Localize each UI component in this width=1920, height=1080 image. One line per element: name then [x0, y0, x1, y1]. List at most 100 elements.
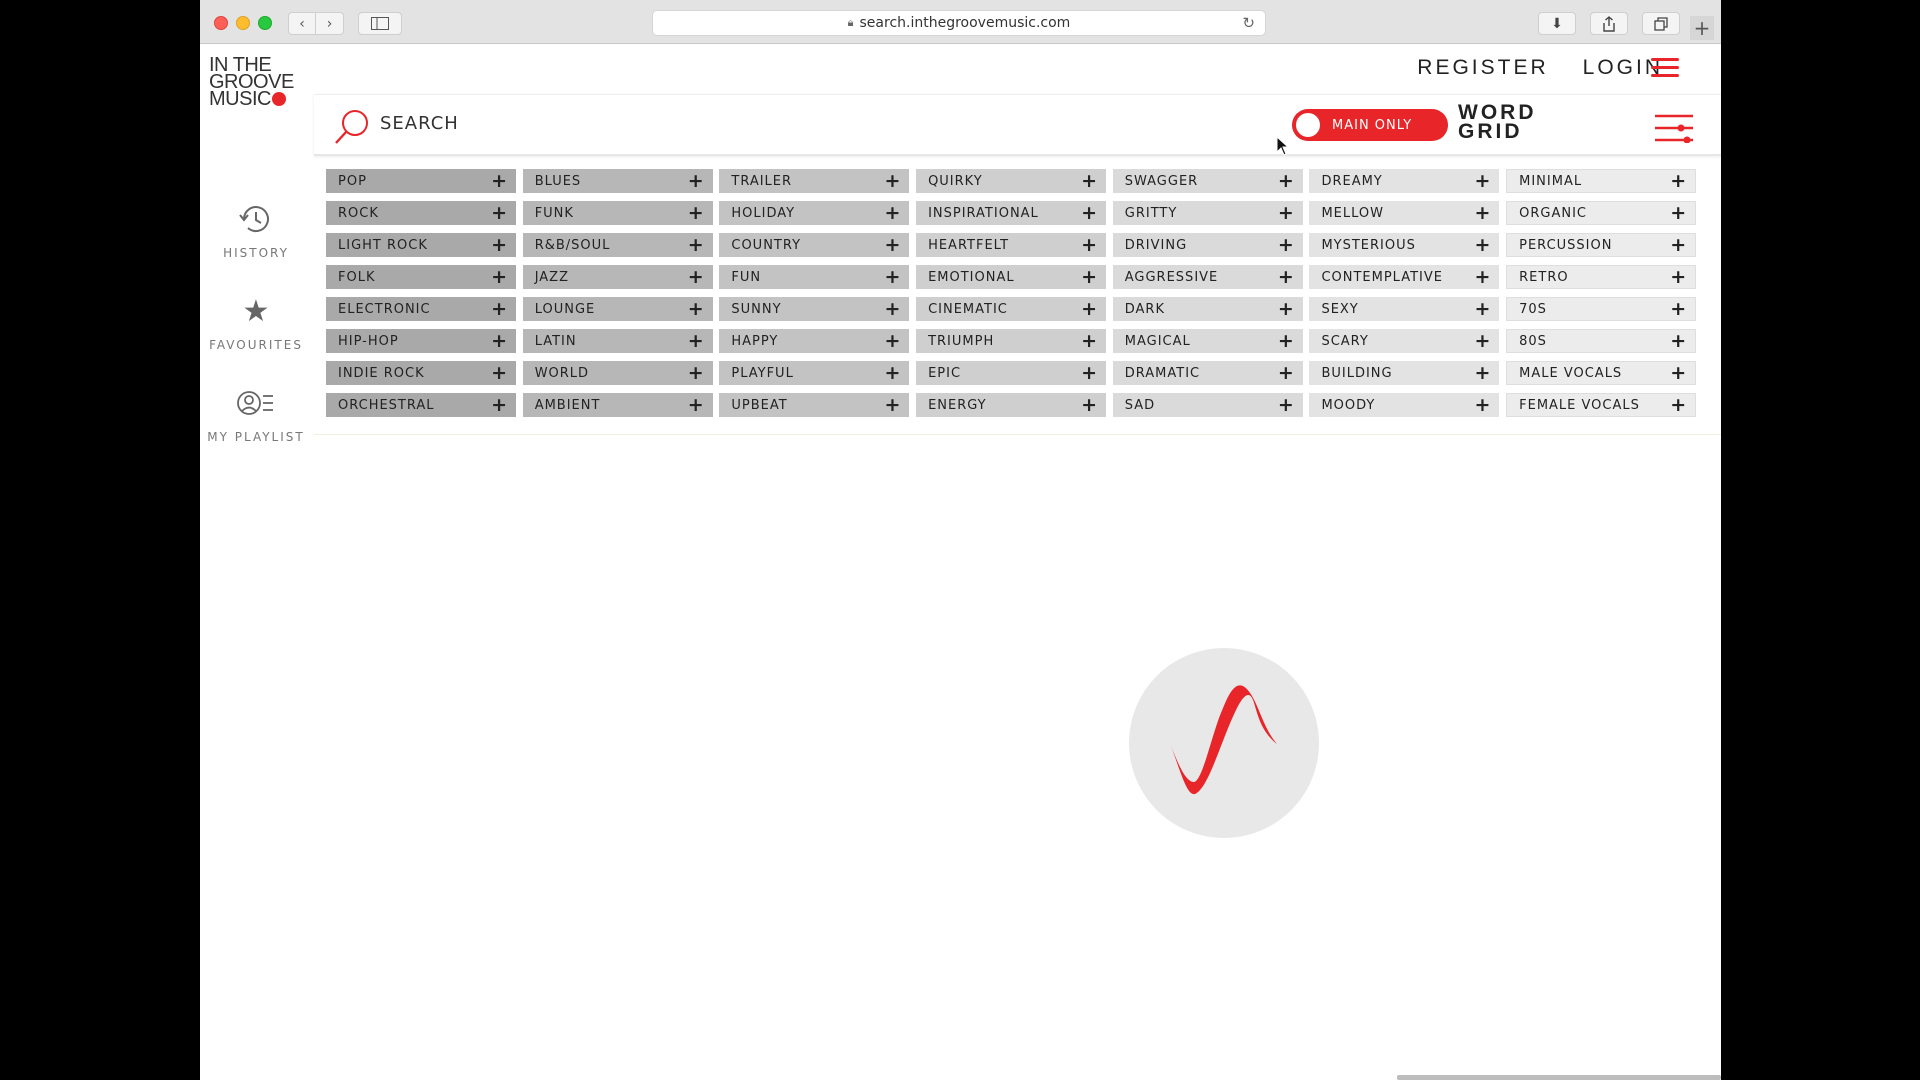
tag-label: AMBIENT: [534, 397, 601, 413]
tag-button[interactable]: AMBIENT +: [522, 393, 713, 417]
tag-button[interactable]: JAZZ +: [522, 265, 713, 289]
minimize-window-button[interactable]: [236, 16, 250, 30]
tag-button[interactable]: ORGANIC +: [1506, 201, 1697, 225]
tag-button[interactable]: MELLOW +: [1309, 201, 1500, 225]
tag-button[interactable]: ELECTRONIC +: [326, 297, 516, 321]
url-text: search.inthegroovemusic.com: [859, 15, 1071, 31]
plus-icon: +: [491, 393, 508, 416]
tag-button[interactable]: CINEMATIC +: [916, 297, 1107, 321]
tag-button[interactable]: MOODY +: [1309, 393, 1500, 417]
tag-button[interactable]: FUNK +: [522, 201, 713, 225]
address-bar[interactable]: 🔒︎ search.inthegroovemusic.com ↻: [652, 10, 1266, 36]
tag-button[interactable]: ENERGY +: [916, 393, 1107, 417]
tag-button[interactable]: LOUNGE +: [522, 297, 713, 321]
tag-button[interactable]: FUN +: [719, 265, 910, 289]
tag-button[interactable]: PERCUSSION +: [1506, 233, 1697, 257]
tag-button[interactable]: DRIVING +: [1112, 233, 1303, 257]
tag-label: ENERGY: [928, 397, 987, 413]
tag-button[interactable]: ORCHESTRAL +: [326, 393, 516, 417]
tag-button[interactable]: INDIE ROCK +: [326, 361, 516, 385]
horizontal-scrollbar[interactable]: [1397, 1075, 1721, 1080]
tag-button[interactable]: 80S +: [1506, 329, 1697, 353]
downloads-button[interactable]: ⬇︎: [1538, 12, 1576, 35]
plus-icon: +: [1670, 265, 1688, 288]
register-link[interactable]: REGISTER: [1417, 56, 1548, 80]
reload-icon[interactable]: ↻: [1242, 14, 1255, 32]
sidebar-toggle-button[interactable]: [358, 12, 402, 35]
tag-button[interactable]: QUIRKY +: [916, 169, 1107, 193]
tag-button[interactable]: EMOTIONAL +: [916, 265, 1107, 289]
tag-button[interactable]: LIGHT ROCK +: [326, 233, 516, 257]
tag-label: ORGANIC: [1519, 205, 1587, 221]
tag-label: DARK: [1124, 301, 1165, 317]
tag-button[interactable]: BUILDING +: [1309, 361, 1500, 385]
search-icon[interactable]: [334, 109, 370, 145]
site-logo[interactable]: IN THE GROOVE MUSIC: [209, 55, 299, 110]
tag-label: PERCUSSION: [1519, 237, 1613, 253]
main-only-toggle[interactable]: MAIN ONLY: [1292, 109, 1448, 141]
tag-button[interactable]: GRITTY +: [1112, 201, 1303, 225]
tag-button[interactable]: INSPIRATIONAL +: [916, 201, 1107, 225]
tag-button[interactable]: MYSTERIOUS +: [1309, 233, 1500, 257]
tag-button[interactable]: SCARY +: [1309, 329, 1500, 353]
tag-button[interactable]: EPIC +: [916, 361, 1107, 385]
tag-button[interactable]: POP +: [326, 169, 516, 193]
browser-toolbar: ‹ › 🔒︎ search.inthegroovemusic.com ↻ ⬇︎ …: [200, 0, 1721, 44]
tag-button[interactable]: HIP-HOP +: [326, 329, 516, 353]
logo-line-3: MUSIC: [209, 88, 271, 110]
tag-button[interactable]: MAGICAL +: [1112, 329, 1303, 353]
tag-button[interactable]: 70S +: [1506, 297, 1697, 321]
search-input[interactable]: SEARCH: [380, 113, 459, 134]
tag-button[interactable]: TRIUMPH +: [916, 329, 1107, 353]
plus-icon: +: [1693, 16, 1711, 40]
tag-button[interactable]: ROCK +: [326, 201, 516, 225]
hamburger-menu-icon[interactable]: [1651, 58, 1679, 78]
tag-button[interactable]: SAD +: [1112, 393, 1303, 417]
tag-button[interactable]: UPBEAT +: [719, 393, 910, 417]
zoom-window-button[interactable]: [258, 16, 272, 30]
tag-button[interactable]: CONTEMPLATIVE +: [1309, 265, 1500, 289]
tag-label: MYSTERIOUS: [1321, 237, 1416, 253]
tag-button[interactable]: LATIN +: [522, 329, 713, 353]
tag-label: SAD: [1124, 397, 1156, 413]
plus-icon: +: [687, 393, 705, 416]
close-window-button[interactable]: [214, 16, 228, 30]
share-button[interactable]: [1590, 12, 1628, 35]
nav-history[interactable]: HISTORY: [200, 200, 312, 292]
tag-button[interactable]: SEXY +: [1309, 297, 1500, 321]
tag-button[interactable]: DARK +: [1112, 297, 1303, 321]
tag-button[interactable]: DREAMY +: [1309, 169, 1500, 193]
nav-favourites[interactable]: ★ FAVOURITES: [200, 292, 312, 384]
tag-button[interactable]: DRAMATIC +: [1112, 361, 1303, 385]
tag-button[interactable]: TRAILER +: [719, 169, 910, 193]
tag-button[interactable]: PLAYFUL +: [719, 361, 910, 385]
tag-label: ELECTRONIC: [338, 301, 431, 317]
tag-button[interactable]: MALE VOCALS +: [1506, 361, 1697, 385]
tag-button[interactable]: SWAGGER +: [1112, 169, 1303, 193]
tag-button[interactable]: BLUES +: [522, 169, 713, 193]
plus-icon: +: [491, 233, 508, 256]
tag-label: TRAILER: [731, 173, 793, 189]
tab-overview-button[interactable]: [1642, 12, 1680, 35]
filter-sliders-icon[interactable]: [1654, 113, 1694, 143]
tag-button[interactable]: RETRO +: [1506, 265, 1697, 289]
tag-button[interactable]: HOLIDAY +: [719, 201, 910, 225]
word-grid-button[interactable]: WORD GRID: [1458, 102, 1537, 142]
tag-label: CINEMATIC: [928, 301, 1008, 317]
back-button[interactable]: ‹: [288, 12, 316, 35]
tag-label: MALE VOCALS: [1519, 365, 1623, 381]
tag-button[interactable]: AGGRESSIVE +: [1112, 265, 1303, 289]
tag-button[interactable]: HEARTFELT +: [916, 233, 1107, 257]
tag-button[interactable]: WORLD +: [522, 361, 713, 385]
tag-button[interactable]: FEMALE VOCALS +: [1506, 393, 1697, 417]
tag-button[interactable]: SUNNY +: [719, 297, 910, 321]
playlist-icon: [237, 391, 273, 415]
tag-button[interactable]: MINIMAL +: [1506, 169, 1697, 193]
tag-button[interactable]: COUNTRY +: [719, 233, 910, 257]
tag-button[interactable]: FOLK +: [326, 265, 516, 289]
forward-button[interactable]: ›: [316, 12, 344, 35]
new-tab-button[interactable]: +: [1690, 16, 1714, 40]
tag-button[interactable]: R&B/SOUL +: [522, 233, 713, 257]
nav-my-playlist[interactable]: MY PLAYLIST: [200, 384, 312, 476]
tag-button[interactable]: HAPPY +: [719, 329, 910, 353]
